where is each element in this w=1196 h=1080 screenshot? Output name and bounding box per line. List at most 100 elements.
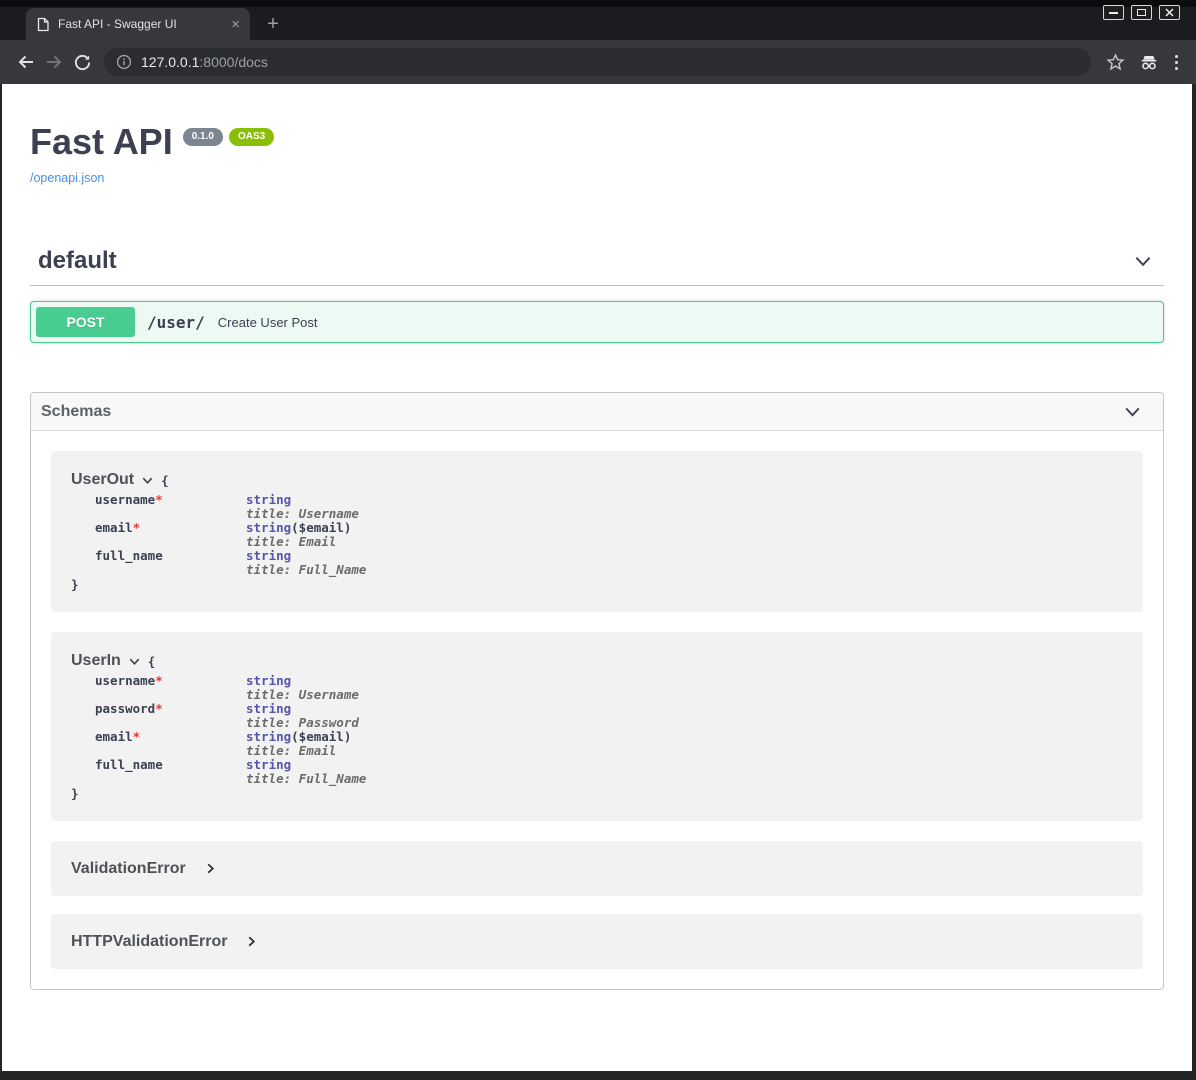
chevron-down-icon[interactable]	[128, 655, 141, 668]
open-brace: {	[161, 473, 169, 488]
tag-header[interactable]: default	[30, 237, 1164, 286]
chevron-down-icon[interactable]	[1132, 250, 1154, 272]
incognito-indicator	[1135, 48, 1163, 76]
required-star: *	[133, 729, 141, 744]
close-brace: }	[71, 786, 1123, 801]
version-badge: 0.1.0	[183, 128, 223, 146]
opblock-post-user[interactable]: POST /user/ Create User Post	[30, 301, 1164, 343]
page-title: Fast API	[30, 121, 173, 163]
model-properties: username* string title: Username email* …	[95, 493, 366, 577]
property-type: string	[246, 520, 291, 535]
chevron-right-icon[interactable]	[204, 862, 217, 875]
tag-section-default: default POST /user/ Create User Post	[30, 237, 1164, 343]
browser-tab[interactable]: Fast API - Swagger UI ×	[26, 8, 250, 40]
close-window-button[interactable]	[1159, 5, 1180, 20]
schema-model-userin: UserIn { username* string title: Usernam…	[51, 632, 1143, 821]
schemas-body: UserOut { username* string title: Userna…	[31, 431, 1163, 989]
oas3-badge: OAS3	[229, 128, 274, 146]
property-type: string	[246, 548, 291, 563]
back-button[interactable]	[12, 48, 40, 76]
property-title: title: Username	[246, 507, 366, 521]
property-name: username	[95, 492, 155, 507]
method-badge: POST	[36, 307, 135, 337]
property-name: email	[95, 729, 133, 744]
url-text[interactable]: 127.0.0.1:8000/docs	[141, 54, 268, 70]
forward-icon	[44, 52, 64, 72]
schema-model-validationerror[interactable]: ValidationError	[51, 841, 1143, 896]
property-name: email	[95, 520, 133, 535]
browser-toolbar: 127.0.0.1:8000/docs	[0, 40, 1196, 84]
property-row: username* string title: Username	[95, 493, 366, 521]
model-title[interactable]: UserIn	[71, 652, 121, 670]
incognito-icon	[1138, 51, 1160, 73]
url-path: :8000/docs	[199, 54, 268, 70]
openapi-spec-link[interactable]: /openapi.json	[30, 171, 104, 185]
schema-model-httpvalidationerror[interactable]: HTTPValidationError	[51, 914, 1143, 969]
model-title[interactable]: ValidationError	[71, 860, 186, 878]
property-type: string	[246, 729, 291, 744]
property-title: title: Email	[246, 535, 366, 549]
bookmark-star-icon	[1106, 53, 1125, 72]
property-format: ($email)	[291, 729, 351, 744]
minimize-button[interactable]	[1103, 5, 1124, 20]
browser-menu-button[interactable]	[1169, 49, 1184, 76]
property-name: password	[95, 701, 155, 716]
property-type: string	[246, 701, 291, 716]
site-info-icon[interactable]	[116, 54, 132, 70]
required-star: *	[155, 492, 163, 507]
property-title: title: Username	[246, 688, 366, 702]
schema-model-userout: UserOut { username* string title: Userna…	[51, 451, 1143, 612]
reload-icon	[73, 53, 92, 72]
property-row: email* string($email) title: Email	[95, 730, 366, 758]
property-type: string	[246, 673, 291, 688]
property-title: title: Full_Name	[246, 563, 366, 577]
model-header[interactable]: UserIn {	[71, 652, 1123, 670]
close-tab-icon[interactable]: ×	[231, 17, 240, 32]
model-header[interactable]: UserOut {	[71, 471, 1123, 489]
reload-button[interactable]	[68, 48, 96, 76]
chevron-right-icon[interactable]	[245, 935, 258, 948]
endpoint-path: /user/	[147, 313, 205, 332]
window-controls	[1103, 5, 1180, 20]
url-host: 127.0.0.1	[141, 54, 199, 70]
property-title: title: Full_Name	[246, 772, 366, 786]
property-format: ($email)	[291, 520, 351, 535]
api-title-row: Fast API 0.1.0 OAS3	[30, 121, 1164, 163]
maximize-button[interactable]	[1131, 5, 1152, 20]
swagger-ui: Fast API 0.1.0 OAS3 /openapi.json defaul…	[2, 84, 1192, 990]
model-properties: username* string title: Username passwor…	[95, 674, 366, 786]
property-row: password* string title: Password	[95, 702, 366, 730]
menu-dots-icon	[1175, 67, 1178, 70]
bookmark-star-button[interactable]	[1101, 48, 1129, 76]
property-name: username	[95, 673, 155, 688]
open-brace: {	[148, 654, 156, 669]
back-icon	[16, 52, 36, 72]
model-title[interactable]: UserOut	[71, 471, 134, 489]
property-type: string	[246, 492, 291, 507]
forward-button[interactable]	[40, 48, 68, 76]
property-type: string	[246, 757, 291, 772]
tag-title: default	[38, 247, 117, 275]
schemas-title: Schemas	[41, 403, 111, 421]
chevron-down-icon[interactable]	[1122, 401, 1143, 422]
schemas-header[interactable]: Schemas	[31, 393, 1163, 431]
page-icon	[36, 17, 50, 32]
address-bar[interactable]: 127.0.0.1:8000/docs	[104, 48, 1091, 76]
minimize-icon	[1109, 12, 1118, 14]
menu-dots-icon	[1175, 61, 1178, 64]
close-window-icon	[1165, 8, 1174, 17]
model-title[interactable]: HTTPValidationError	[71, 933, 227, 951]
close-brace: }	[71, 577, 1123, 592]
new-tab-button[interactable]: +	[260, 12, 286, 36]
tab-title: Fast API - Swagger UI	[58, 17, 223, 31]
property-name: full_name	[95, 548, 163, 563]
property-title: title: Email	[246, 744, 366, 758]
property-row: email* string($email) title: Email	[95, 521, 366, 549]
api-info: Fast API 0.1.0 OAS3 /openapi.json	[30, 84, 1164, 187]
tab-strip: Fast API - Swagger UI × +	[0, 0, 1196, 40]
browser-window: Fast API - Swagger UI × +	[0, 0, 1196, 1080]
page-viewport: Fast API 0.1.0 OAS3 /openapi.json defaul…	[2, 84, 1192, 1071]
endpoint-summary: Create User Post	[218, 315, 318, 330]
required-star: *	[155, 673, 163, 688]
chevron-down-icon[interactable]	[141, 474, 154, 487]
